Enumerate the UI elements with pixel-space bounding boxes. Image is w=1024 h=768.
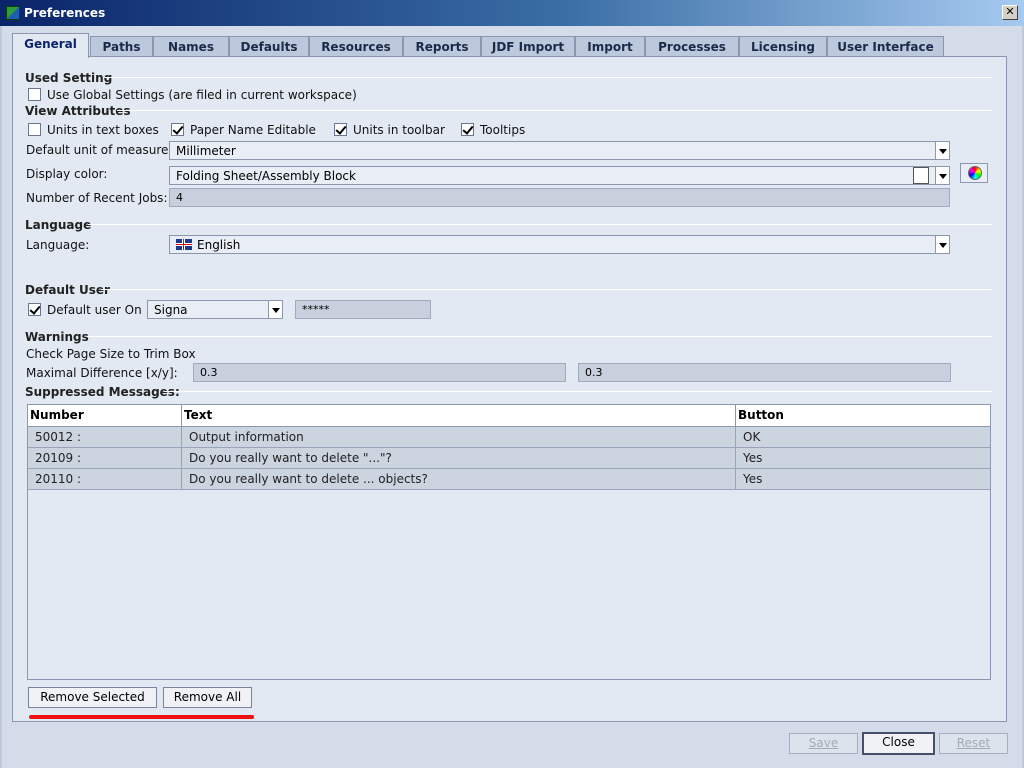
default-unit-select[interactable]: Millimeter bbox=[169, 141, 950, 160]
language-heading: Language bbox=[25, 218, 92, 232]
tab-user-interface[interactable]: User Interface bbox=[827, 36, 944, 58]
window-title: Preferences bbox=[24, 6, 106, 20]
tooltips-checkbox[interactable] bbox=[461, 123, 474, 136]
warnings-heading: Warnings bbox=[25, 330, 89, 344]
row-button: OK bbox=[743, 430, 761, 444]
save-button-label: Save bbox=[808, 736, 839, 750]
tooltips-label: Tooltips bbox=[480, 123, 526, 137]
units-in-toolbar-checkbox[interactable] bbox=[334, 123, 347, 136]
separator bbox=[87, 336, 992, 337]
display-color-select[interactable]: Folding Sheet/Assembly Block bbox=[169, 166, 950, 185]
reset-button[interactable]: Reset bbox=[939, 733, 1008, 754]
suppressed-messages-table[interactable]: Number Text Button 50012 : Output inform… bbox=[27, 404, 991, 680]
row-number: 50012 : bbox=[28, 427, 182, 447]
table-row[interactable]: 20109 : Do you really want to delete "..… bbox=[28, 448, 990, 469]
separator bbox=[103, 77, 992, 78]
chevron-down-icon[interactable] bbox=[268, 301, 282, 318]
difference-x-field[interactable]: 0.3 bbox=[193, 363, 566, 382]
difference-x-value: 0.3 bbox=[200, 366, 218, 379]
use-global-settings-checkbox[interactable] bbox=[28, 88, 41, 101]
tab-import[interactable]: Import bbox=[575, 36, 645, 58]
row-text: Do you really want to delete ... objects… bbox=[182, 469, 736, 489]
tab-licensing[interactable]: Licensing bbox=[739, 36, 827, 58]
difference-y-field[interactable]: 0.3 bbox=[578, 363, 951, 382]
suppressed-messages-heading: Suppressed Messages: bbox=[25, 385, 180, 399]
default-unit-value: Millimeter bbox=[176, 144, 236, 158]
tab-defaults[interactable]: Defaults bbox=[229, 36, 309, 58]
default-user-select[interactable]: Signa bbox=[147, 300, 283, 319]
save-button[interactable]: Save bbox=[789, 733, 858, 754]
display-color-label: Display color: bbox=[26, 167, 108, 181]
reset-button-label: Reset bbox=[956, 736, 991, 750]
annotation-underline bbox=[29, 715, 254, 719]
default-user-on-checkbox[interactable] bbox=[28, 303, 41, 316]
default-user-on-label: Default user On bbox=[47, 303, 142, 317]
maximal-difference-label: Maximal Difference [x/y]: bbox=[26, 366, 178, 380]
display-color-value: Folding Sheet/Assembly Block bbox=[176, 169, 356, 183]
remove-selected-button[interactable]: Remove Selected bbox=[28, 687, 157, 708]
column-header-number[interactable]: Number bbox=[28, 405, 182, 426]
tab-processes[interactable]: Processes bbox=[645, 36, 739, 58]
close-window-button[interactable]: ✕ bbox=[1002, 5, 1018, 20]
uk-flag-icon bbox=[176, 239, 192, 250]
tab-jdf-import[interactable]: JDF Import bbox=[481, 36, 575, 58]
chevron-down-icon[interactable] bbox=[935, 236, 949, 253]
used-setting-heading: Used Setting bbox=[25, 71, 113, 85]
units-in-toolbar-label: Units in toolbar bbox=[353, 123, 445, 137]
password-field[interactable]: ***** bbox=[295, 300, 431, 319]
row-number: 20109 : bbox=[28, 448, 182, 468]
default-user-heading: Default User bbox=[25, 283, 110, 297]
remove-all-button[interactable]: Remove All bbox=[163, 687, 252, 708]
row-button: Yes bbox=[743, 451, 763, 465]
table-row[interactable]: 20110 : Do you really want to delete ...… bbox=[28, 469, 990, 490]
tab-reports[interactable]: Reports bbox=[403, 36, 481, 58]
row-text: Output information bbox=[182, 427, 736, 447]
language-value: English bbox=[197, 238, 241, 252]
title-bar: Preferences ✕ bbox=[0, 0, 1024, 26]
column-header-text[interactable]: Text bbox=[182, 405, 736, 426]
tab-names[interactable]: Names bbox=[153, 36, 229, 58]
units-in-text-boxes-label: Units in text boxes bbox=[47, 123, 159, 137]
recent-jobs-label: Number of Recent Jobs: bbox=[26, 191, 168, 205]
tab-paths[interactable]: Paths bbox=[90, 36, 153, 58]
recent-jobs-field[interactable]: 4 bbox=[169, 188, 950, 207]
separator bbox=[117, 110, 992, 111]
language-select[interactable]: English bbox=[169, 235, 950, 254]
check-page-size-label: Check Page Size to Trim Box bbox=[26, 347, 196, 361]
view-attributes-heading: View Attributes bbox=[25, 104, 131, 118]
default-user-value: Signa bbox=[154, 303, 188, 317]
separator bbox=[164, 391, 992, 392]
paper-name-editable-label: Paper Name Editable bbox=[190, 123, 316, 137]
use-global-settings-label: Use Global Settings (are filed in curren… bbox=[47, 88, 357, 102]
row-number: 20110 : bbox=[28, 469, 182, 489]
tab-resources[interactable]: Resources bbox=[309, 36, 403, 58]
separator bbox=[101, 289, 992, 290]
close-button[interactable]: Close bbox=[862, 732, 935, 755]
color-wheel-icon bbox=[968, 166, 982, 180]
table-header: Number Text Button bbox=[28, 405, 990, 427]
password-value: ***** bbox=[302, 303, 330, 316]
color-picker-button[interactable] bbox=[960, 163, 988, 183]
chevron-down-icon[interactable] bbox=[935, 142, 949, 159]
language-label: Language: bbox=[26, 238, 90, 252]
color-swatch bbox=[913, 167, 929, 184]
table-row[interactable]: 50012 : Output information OK bbox=[28, 427, 990, 448]
tab-general[interactable]: General bbox=[12, 33, 89, 58]
app-icon bbox=[6, 6, 20, 20]
row-text: Do you really want to delete "..."? bbox=[182, 448, 736, 468]
paper-name-editable-checkbox[interactable] bbox=[171, 123, 184, 136]
column-header-button[interactable]: Button bbox=[736, 405, 990, 426]
chevron-down-icon[interactable] bbox=[935, 167, 949, 184]
default-unit-label: Default unit of measure: bbox=[26, 143, 173, 157]
units-in-text-boxes-checkbox[interactable] bbox=[28, 123, 41, 136]
difference-y-value: 0.3 bbox=[585, 366, 603, 379]
recent-jobs-value: 4 bbox=[176, 191, 183, 204]
separator bbox=[88, 224, 992, 225]
row-button: Yes bbox=[743, 472, 763, 486]
